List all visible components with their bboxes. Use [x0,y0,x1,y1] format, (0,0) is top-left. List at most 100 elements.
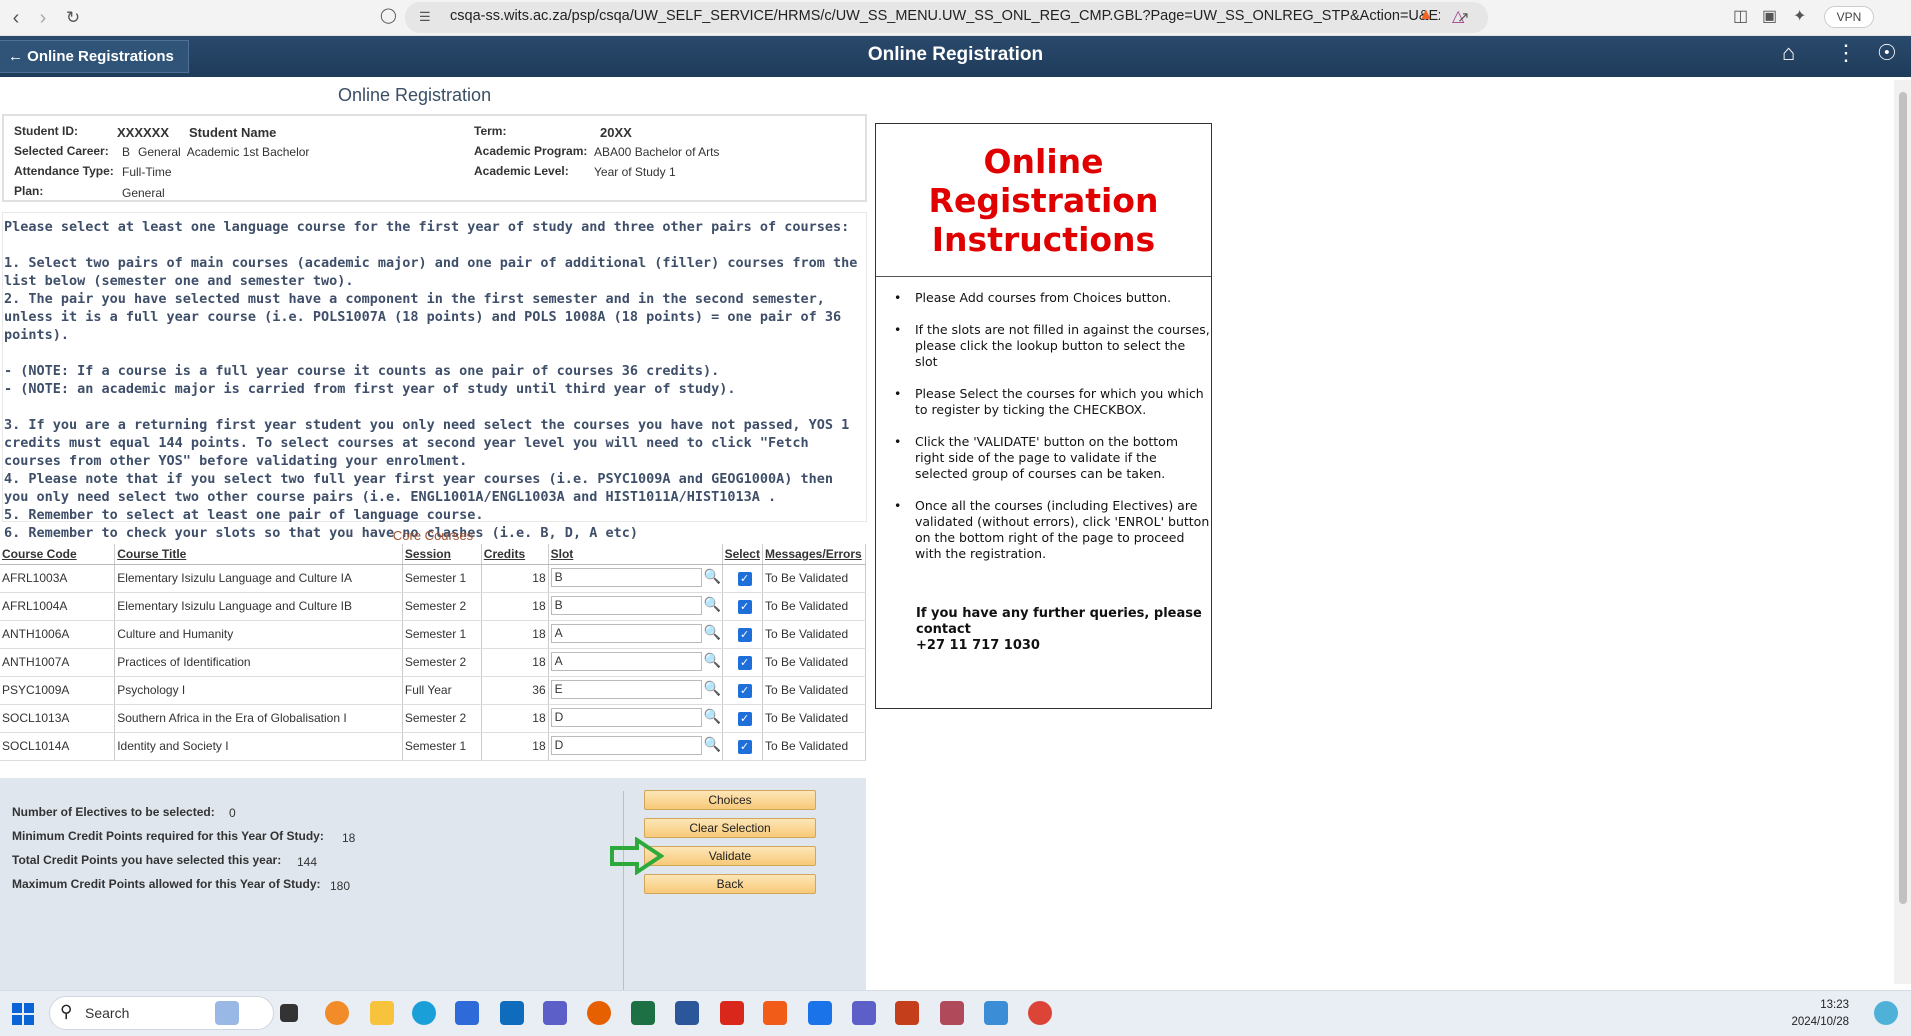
wallet-icon[interactable]: ▣ [1762,6,1777,26]
brave-rewards-icon[interactable]: △ [1452,6,1464,26]
attendance-value: Full-Time [122,165,172,179]
page-scrollbar[interactable] [1894,80,1911,984]
task-view-icon[interactable] [280,1004,298,1022]
taskbar-search[interactable]: ⚲ Search [49,996,274,1030]
select-checkbox[interactable]: ✓ [737,655,752,670]
contact-info: If you have any further queries, please … [916,606,1216,654]
powerpoint-icon[interactable] [895,1001,919,1025]
excel-icon[interactable] [631,1001,655,1025]
slot-cell: D 🔍 [548,704,723,733]
divider [876,276,1211,277]
course-code: SOCL1014A [0,732,116,761]
bookmark-icon[interactable]: ◯ [380,6,397,24]
course-title: Psychology I [114,676,403,705]
select-checkbox[interactable]: ✓ [737,739,752,754]
search-icon: ⚲ [60,1002,73,1021]
scroll-thumb[interactable] [1899,92,1907,904]
site-info-icon[interactable]: ☰ [419,9,431,25]
select-checkbox[interactable]: ✓ [737,627,752,642]
select-cell: ✓ [722,648,763,677]
course-session: Semester 2 [402,648,482,677]
slot-input[interactable]: D [550,708,702,727]
app-icon[interactable] [940,1001,964,1025]
contact-phone: +27 11 717 1030 [916,638,1040,653]
chrome-icon[interactable] [1028,1001,1052,1025]
list-item: If the slots are not filled in against t… [890,322,1210,370]
column-header-slot[interactable]: Slot [548,544,723,565]
instructions-box: Please select at least one language cour… [2,212,867,541]
browser-forward-icon[interactable]: › [30,5,56,31]
column-header-messages[interactable]: Messages/Errors [762,544,867,565]
column-header-select[interactable]: Select [722,544,763,565]
slot-input[interactable]: B [550,568,702,587]
home-icon[interactable]: ⌂ [1782,40,1795,66]
lookup-icon[interactable]: 🔍 [704,624,721,641]
instructions-text: Please select at least one language cour… [4,218,862,542]
course-code: ANTH1006A [0,620,116,649]
column-header-course-code[interactable]: Course Code [0,544,116,565]
level-value: Year of Study 1 [594,165,676,179]
store-icon[interactable] [455,1001,479,1025]
lookup-icon[interactable]: 🔍 [704,596,721,613]
widgets-icon[interactable] [215,1001,239,1025]
lookup-icon[interactable]: 🔍 [704,652,721,669]
column-header-course-title[interactable]: Course Title [114,544,403,565]
select-cell: ✓ [722,620,763,649]
column-header-credits[interactable]: Credits [481,544,549,565]
back-button[interactable]: Back [644,874,816,894]
lookup-icon[interactable]: 🔍 [704,708,721,725]
validate-button[interactable]: Validate [644,846,816,866]
more-options-icon[interactable]: ⋮ [1835,40,1857,66]
lookup-icon[interactable]: 🔍 [704,680,721,697]
select-checkbox[interactable]: ✓ [737,571,752,586]
slot-input[interactable]: B [550,596,702,615]
lookup-icon[interactable]: 🔍 [704,736,721,753]
teams-work-icon[interactable] [852,1001,876,1025]
windows-start-icon[interactable] [12,1003,34,1025]
program-label: Academic Program: [474,144,588,158]
copilot-icon[interactable] [1874,1001,1898,1025]
list-item: Please Add courses from Choices button. [890,290,1210,306]
vpn-label: VPN [1836,10,1862,24]
slot-input[interactable]: A [550,652,702,671]
slot-input[interactable]: A [550,624,702,643]
edge-icon[interactable] [412,1001,436,1025]
choices-button[interactable]: Choices [644,790,816,810]
brave-shield-icon[interactable]: ▲ [1418,6,1434,24]
acrobat-icon[interactable] [720,1001,744,1025]
lookup-icon[interactable]: 🔍 [704,568,721,585]
notepad-icon[interactable] [808,1001,832,1025]
reload-icon[interactable]: ↻ [60,5,86,31]
slot-input[interactable]: E [550,680,702,699]
course-credits: 18 [481,592,549,621]
leo-ai-icon[interactable]: ✦ [1793,6,1806,26]
url-text[interactable]: csqa-ss.wits.ac.za/psp/csqa/UW_SELF_SERV… [450,8,1440,24]
file-explorer-icon[interactable] [370,1001,394,1025]
system-clock[interactable]: 13:23 2024/10/28 [1785,997,1849,1031]
green-arrow-annotation [610,837,665,875]
select-checkbox[interactable]: ✓ [737,599,752,614]
career-label: Selected Career: [14,144,109,158]
app-icon[interactable] [984,1001,1008,1025]
brave-icon[interactable] [763,1001,787,1025]
column-header-session[interactable]: Session [402,544,482,565]
select-checkbox[interactable]: ✓ [737,711,752,726]
select-checkbox[interactable]: ✓ [737,683,752,698]
table-row: ANTH1006A Culture and Humanity Semester … [0,620,867,649]
word-icon[interactable] [675,1001,699,1025]
clear-selection-button[interactable]: Clear Selection [644,818,816,838]
address-bar[interactable]: ☰ csqa-ss.wits.ac.za/psp/csqa/UW_SELF_SE… [405,2,1488,33]
slot-input[interactable]: D [550,736,702,755]
teams-icon[interactable] [543,1001,567,1025]
app-icon[interactable] [325,1001,349,1025]
select-cell: ✓ [722,592,763,621]
course-message: To Be Validated [762,648,867,677]
sidebar-toggle-icon[interactable]: ◫ [1733,6,1748,26]
navigator-compass-icon[interactable]: ☉ [1877,40,1897,66]
queries-text: If you have any further queries, please … [916,606,1202,637]
browser-back-icon[interactable]: ‹ [3,5,29,31]
outlook-icon[interactable] [500,1001,524,1025]
firefox-icon[interactable] [587,1001,611,1025]
vpn-button[interactable]: VPN [1824,6,1874,28]
course-credits: 18 [481,732,549,761]
